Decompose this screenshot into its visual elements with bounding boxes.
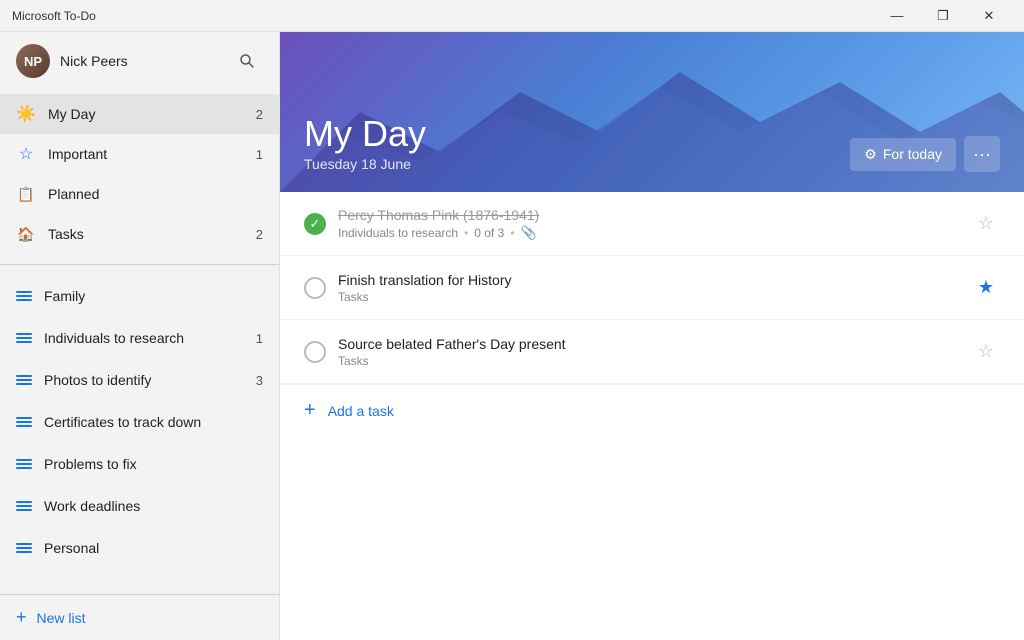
dot-separator: •: [464, 226, 468, 240]
task-star-button[interactable]: ★: [972, 274, 1000, 302]
task-list-name: Tasks: [338, 290, 369, 304]
list-item-photos[interactable]: Photos to identify 3: [0, 359, 279, 401]
sidebar-lists: Family Individuals to research 1 Photos …: [0, 271, 279, 594]
list-icon: [16, 289, 32, 303]
hero-header: My Day Tuesday 18 June ⚙ For today ···: [280, 32, 1024, 192]
for-today-button[interactable]: ⚙ For today: [850, 138, 956, 171]
user-profile[interactable]: NP Nick Peers: [0, 32, 279, 90]
task-title: Percy Thomas Pink (1876-1941): [338, 207, 960, 223]
task-list-name: Tasks: [338, 354, 369, 368]
task-star-button[interactable]: ☆: [972, 338, 1000, 366]
sidebar-divider: [0, 264, 279, 265]
task-complete-button[interactable]: [304, 277, 326, 299]
avatar: NP: [16, 44, 50, 78]
list-icon: [16, 373, 32, 387]
sidebar-item-label: My Day: [48, 106, 244, 122]
list-label: Family: [44, 288, 263, 304]
list-item-individuals[interactable]: Individuals to research 1: [0, 317, 279, 359]
list-icon: [16, 457, 32, 471]
list-item-certificates[interactable]: Certificates to track down: [0, 401, 279, 443]
hero-actions: ⚙ For today ···: [850, 136, 1000, 172]
important-icon: ☆: [16, 144, 36, 164]
maximize-button[interactable]: ❐: [920, 0, 966, 32]
sidebar-item-tasks[interactable]: 🏠 Tasks 2: [0, 214, 279, 254]
plus-icon: +: [16, 607, 27, 628]
table-row: Percy Thomas Pink (1876-1941) Individual…: [280, 192, 1024, 256]
content-area: My Day Tuesday 18 June ⚙ For today ··· P…: [280, 32, 1024, 640]
sidebar-item-planned[interactable]: 📋 Planned: [0, 174, 279, 214]
planned-icon: 📋: [16, 184, 36, 204]
list-icon: [16, 331, 32, 345]
sidebar-item-count: 2: [256, 107, 263, 122]
task-body: Source belated Father's Day present Task…: [338, 336, 960, 368]
close-button[interactable]: ✕: [966, 0, 1012, 32]
dot-separator: •: [510, 226, 514, 240]
sidebar-item-label: Tasks: [48, 226, 244, 242]
list-label: Personal: [44, 540, 263, 556]
my-day-icon: ☀️: [16, 104, 36, 124]
list-item-work[interactable]: Work deadlines: [0, 485, 279, 527]
list-label: Work deadlines: [44, 498, 263, 514]
list-label: Certificates to track down: [44, 414, 263, 430]
ellipsis-icon: ···: [973, 144, 991, 165]
new-list-button[interactable]: + New list: [0, 594, 279, 640]
list-label: Photos to identify: [44, 372, 244, 388]
attachment-icon: 📎: [521, 225, 537, 241]
list-count: 1: [256, 331, 263, 346]
task-body: Percy Thomas Pink (1876-1941) Individual…: [338, 207, 960, 241]
add-task-button[interactable]: + Add a task: [280, 384, 1024, 436]
window-controls: — ❐ ✕: [874, 0, 1012, 32]
page-title: My Day: [304, 114, 850, 154]
task-progress: 0 of 3: [474, 226, 504, 240]
titlebar: Microsoft To-Do — ❐ ✕: [0, 0, 1024, 32]
sidebar: NP Nick Peers ☀️ My Day 2 ☆ Important 1: [0, 32, 280, 640]
task-meta: Tasks: [338, 354, 960, 368]
list-item-family[interactable]: Family: [0, 275, 279, 317]
task-complete-button[interactable]: [304, 213, 326, 235]
sidebar-item-my-day[interactable]: ☀️ My Day 2: [0, 94, 279, 134]
sidebar-item-label: Important: [48, 146, 244, 162]
list-icon: [16, 415, 32, 429]
sidebar-item-count: 1: [256, 147, 263, 162]
list-item-problems[interactable]: Problems to fix: [0, 443, 279, 485]
task-list-name: Individuals to research: [338, 226, 458, 240]
list-count: 3: [256, 373, 263, 388]
minimize-button[interactable]: —: [874, 0, 920, 32]
main-container: NP Nick Peers ☀️ My Day 2 ☆ Important 1: [0, 32, 1024, 640]
list-label: Problems to fix: [44, 456, 263, 472]
sidebar-item-label: Planned: [48, 186, 263, 202]
hero-content: My Day Tuesday 18 June: [304, 114, 850, 172]
task-body: Finish translation for History Tasks: [338, 272, 960, 304]
task-meta: Tasks: [338, 290, 960, 304]
list-icon: [16, 541, 32, 555]
sidebar-nav: ☀️ My Day 2 ☆ Important 1 📋 Planned 🏠 Ta…: [0, 90, 279, 258]
add-task-label: Add a task: [328, 403, 394, 419]
search-icon: [239, 53, 255, 69]
plus-icon: +: [304, 399, 316, 422]
task-title: Source belated Father's Day present: [338, 336, 960, 352]
list-label: Individuals to research: [44, 330, 244, 346]
task-list: Percy Thomas Pink (1876-1941) Individual…: [280, 192, 1024, 640]
for-today-label: For today: [883, 146, 942, 162]
app-title: Microsoft To-Do: [12, 9, 874, 23]
sidebar-item-count: 2: [256, 227, 263, 242]
gear-icon: ⚙: [864, 146, 877, 163]
table-row: Source belated Father's Day present Task…: [280, 320, 1024, 384]
sidebar-item-important[interactable]: ☆ Important 1: [0, 134, 279, 174]
page-subtitle: Tuesday 18 June: [304, 156, 850, 172]
task-title: Finish translation for History: [338, 272, 960, 288]
tasks-icon: 🏠: [16, 224, 36, 244]
list-icon: [16, 499, 32, 513]
task-star-button[interactable]: ☆: [972, 210, 1000, 238]
task-meta: Individuals to research • 0 of 3 • 📎: [338, 225, 960, 241]
table-row: Finish translation for History Tasks ★: [280, 256, 1024, 320]
search-button[interactable]: [231, 45, 263, 77]
user-name: Nick Peers: [60, 53, 221, 69]
more-options-button[interactable]: ···: [964, 136, 1000, 172]
new-list-label: New list: [37, 610, 86, 626]
list-item-personal[interactable]: Personal: [0, 527, 279, 569]
task-complete-button[interactable]: [304, 341, 326, 363]
